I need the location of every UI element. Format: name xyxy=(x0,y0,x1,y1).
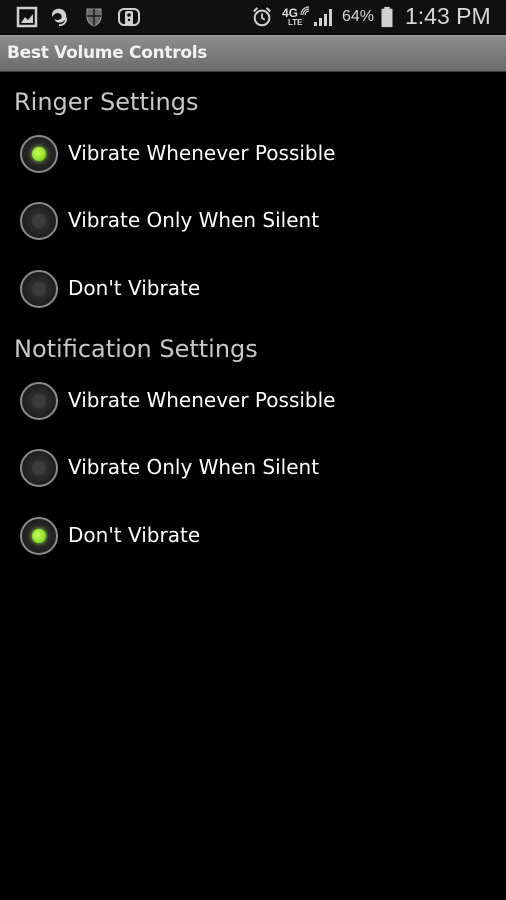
option-label: Vibrate Only When Silent xyxy=(68,455,320,479)
remote-icon xyxy=(118,8,140,26)
ringer-option-vibrate-whenever[interactable]: Vibrate Whenever Possible xyxy=(18,133,498,179)
notification-option-vibrate-whenever[interactable]: Vibrate Whenever Possible xyxy=(18,380,498,426)
radio-button[interactable] xyxy=(20,270,58,308)
radio-indicator xyxy=(32,461,46,475)
notification-option-vibrate-silent[interactable]: Vibrate Only When Silent xyxy=(18,447,498,493)
notification-settings-header: Notification Settings xyxy=(14,335,258,363)
option-label: Vibrate Whenever Possible xyxy=(68,388,336,412)
radio-button[interactable] xyxy=(20,449,58,487)
alarm-icon xyxy=(253,7,271,27)
option-label: Vibrate Whenever Possible xyxy=(68,141,336,165)
radio-button[interactable] xyxy=(20,517,58,555)
4g-lte-icon: 4G LTE xyxy=(282,6,310,28)
radio-button[interactable] xyxy=(20,382,58,420)
radio-button[interactable] xyxy=(20,135,58,173)
radio-indicator xyxy=(32,529,46,543)
battery-icon xyxy=(381,6,393,28)
gallery-icon xyxy=(16,6,38,28)
radio-indicator xyxy=(32,214,46,228)
network-sub-label: LTE xyxy=(288,18,303,27)
shield-icon xyxy=(86,8,102,27)
option-label: Don't Vibrate xyxy=(68,276,201,300)
radio-indicator xyxy=(32,394,46,408)
ringer-option-dont-vibrate[interactable]: Don't Vibrate xyxy=(18,268,498,314)
ringer-settings-header: Ringer Settings xyxy=(14,88,199,116)
status-bar: 4G LTE 64% 1:43 PM xyxy=(0,0,506,34)
ringer-option-vibrate-silent[interactable]: Vibrate Only When Silent xyxy=(18,200,498,246)
radio-indicator xyxy=(32,282,46,296)
option-label: Don't Vibrate xyxy=(68,523,201,547)
clock-time: 1:43 PM xyxy=(405,3,491,29)
battery-percent: 64% xyxy=(342,8,375,25)
app-title: Best Volume Controls xyxy=(7,43,208,63)
option-label: Vibrate Only When Silent xyxy=(68,208,320,232)
radio-button[interactable] xyxy=(20,202,58,240)
radio-indicator xyxy=(32,147,46,161)
app-title-bar: Best Volume Controls xyxy=(0,35,506,72)
signal-icon xyxy=(314,9,332,26)
sync-icon xyxy=(52,8,67,27)
notification-option-dont-vibrate[interactable]: Don't Vibrate xyxy=(18,515,498,561)
